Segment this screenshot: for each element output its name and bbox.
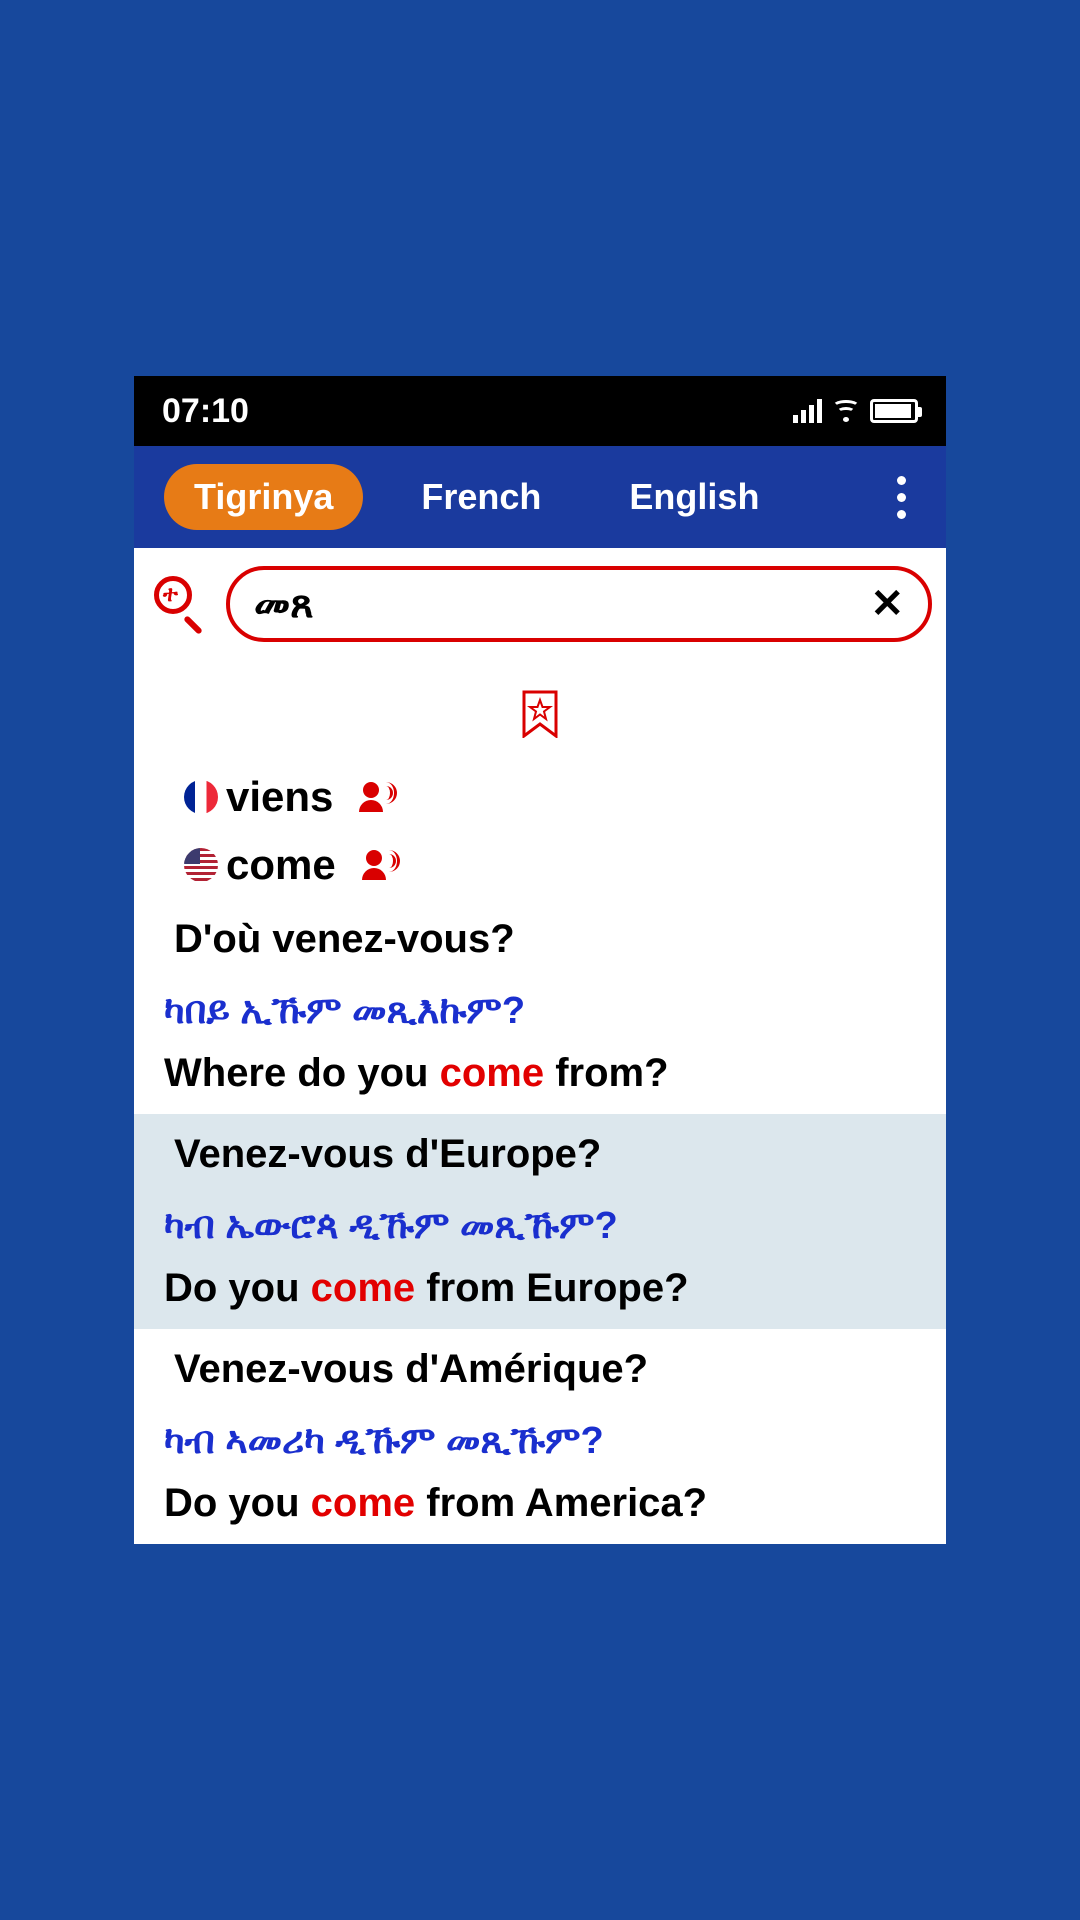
translation-fr-text: viens <box>226 773 333 821</box>
example-block: D'où venez-vous? ካበይ ኢኹም መጺእኩም? Where do… <box>134 899 946 1114</box>
search-input[interactable] <box>254 582 870 627</box>
bookmark-icon[interactable] <box>520 690 560 738</box>
signal-icon <box>793 399 822 423</box>
language-tabs: Tigrinya French English <box>134 446 946 548</box>
wifi-icon <box>832 400 860 422</box>
example-fr: Venez-vous d'Europe? <box>164 1132 916 1177</box>
search-box: ✕ <box>226 566 932 642</box>
more-menu-icon[interactable] <box>887 466 916 529</box>
example-ti: ካብ ኤውሮጳ ዲኹም መጺኹም? <box>164 1205 916 1248</box>
translation-en-text: come <box>226 841 336 889</box>
status-icons <box>793 399 918 423</box>
example-en: Where do you come from? <box>164 1051 916 1096</box>
example-en: Do you come from Europe? <box>164 1266 916 1311</box>
example-ti: ካበይ ኢኹም መጺእኩም? <box>164 990 916 1033</box>
france-flag-icon <box>184 780 218 814</box>
search-mode-icon[interactable]: ተ <box>148 574 208 634</box>
example-block: Venez-vous d'Europe? ካብ ኤውሮጳ ዲኹም መጺኹም? D… <box>134 1114 946 1329</box>
example-block: Venez-vous d'Amérique? ካብ ኣመሪካ ዲኹም መጺኹም?… <box>134 1329 946 1544</box>
status-time: 07:10 <box>162 392 249 431</box>
example-ti: ካብ ኣመሪካ ዲኹም መጺኹም? <box>164 1420 916 1463</box>
status-bar: 07:10 <box>134 376 946 446</box>
speak-en-icon[interactable] <box>364 850 404 880</box>
battery-icon <box>870 399 918 423</box>
tab-tigrinya[interactable]: Tigrinya <box>164 464 363 530</box>
translation-english: come <box>134 831 946 899</box>
speak-fr-icon[interactable] <box>361 782 401 812</box>
tab-french[interactable]: French <box>391 464 571 530</box>
app-screen: 07:10 Tigrinya French English ተ ✕ <box>134 376 946 1544</box>
clear-search-icon[interactable]: ✕ <box>870 581 904 627</box>
search-row: ተ ✕ <box>134 548 946 660</box>
bookmark-row <box>134 660 946 763</box>
usa-flag-icon <box>184 848 218 882</box>
example-fr: Venez-vous d'Amérique? <box>164 1347 916 1392</box>
translation-french: viens <box>134 763 946 831</box>
example-en: Do you come from America? <box>164 1481 916 1526</box>
example-fr: D'où venez-vous? <box>164 917 916 962</box>
tab-english[interactable]: English <box>599 464 789 530</box>
